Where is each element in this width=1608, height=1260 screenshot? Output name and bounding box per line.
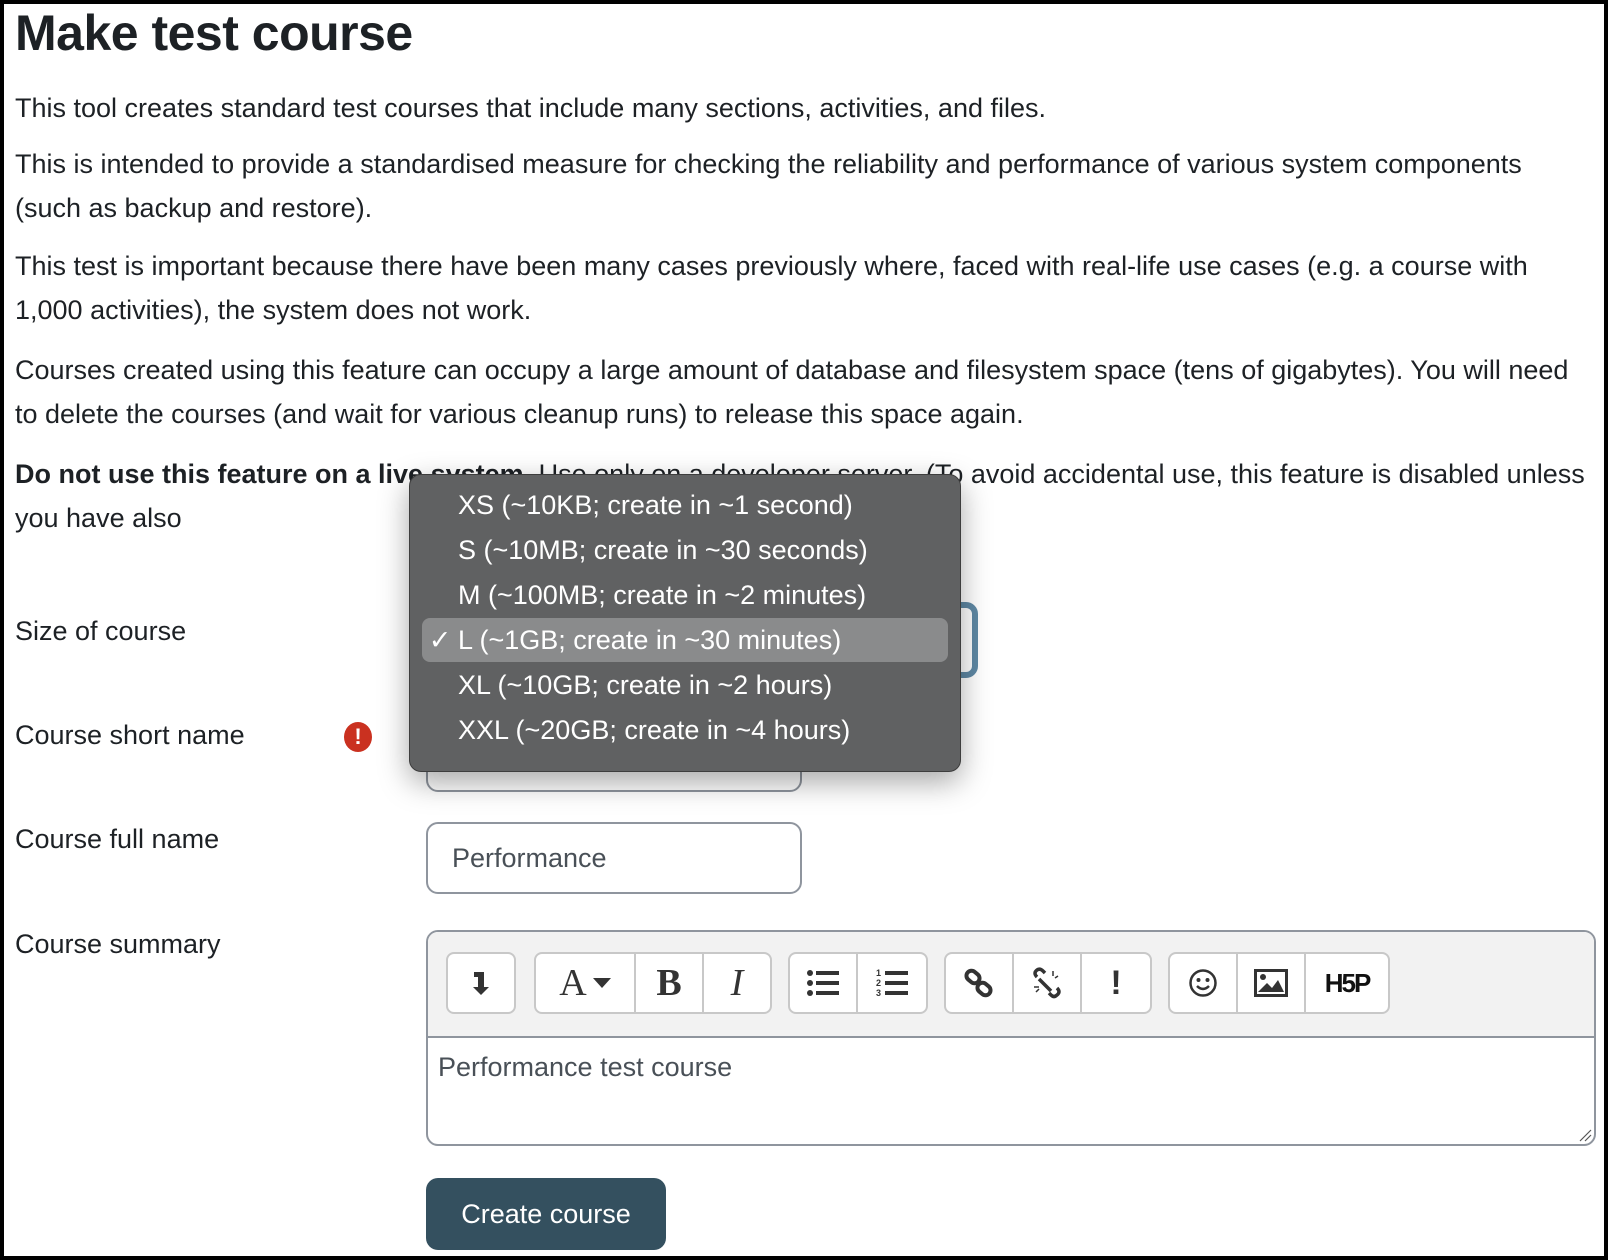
italic-button[interactable]: I: [704, 954, 770, 1012]
size-option[interactable]: M (~100MB; create in ~2 minutes): [422, 573, 948, 617]
size-option[interactable]: XXL (~20GB; create in ~4 hours): [422, 708, 948, 752]
summary-editor: A B I 1 2 3 ! H5P Performance test cours…: [426, 930, 1596, 1146]
unlink-icon: [1033, 967, 1061, 999]
summary-label: Course summary: [15, 929, 221, 959]
fullname-label: Course full name: [15, 824, 220, 854]
size-option-label: L (~1GB; create in ~30 minutes): [458, 625, 842, 655]
importance-paragraph: This test is important because there hav…: [15, 251, 1528, 325]
unordered-list-button[interactable]: [790, 954, 858, 1012]
size-dropdown-menu: XS (~10KB; create in ~1 second) S (~10MB;…: [409, 474, 961, 772]
accessibility-checker-icon: !: [1110, 963, 1122, 1002]
fullname-input[interactable]: [426, 822, 802, 894]
ordered-list-button[interactable]: 1 2 3: [858, 954, 926, 1012]
size-option[interactable]: XS (~10KB; create in ~1 second): [422, 483, 948, 527]
required-icon: !: [344, 722, 372, 752]
size-option-label: XL (~10GB; create in ~2 hours): [458, 670, 833, 700]
accessibility-checker-button[interactable]: !: [1082, 954, 1150, 1012]
h5p-button[interactable]: H5P: [1306, 954, 1388, 1012]
size-label: Size of course: [15, 616, 187, 646]
intro-paragraph: This tool creates standard test courses …: [15, 93, 1046, 123]
svg-text:3: 3: [876, 988, 881, 998]
link-button[interactable]: [946, 954, 1014, 1012]
bold-button[interactable]: B: [636, 954, 704, 1012]
unlink-button[interactable]: [1014, 954, 1082, 1012]
toolbar-group-collapse: [446, 952, 516, 1014]
toolbar-group-media: H5P: [1168, 952, 1390, 1014]
collapse-icon: [473, 972, 489, 995]
size-option-label: XS (~10KB; create in ~1 second): [458, 490, 853, 520]
text-style-button[interactable]: A: [536, 954, 636, 1012]
ordered-list-icon: 1 2 3: [876, 968, 908, 998]
collapse-button[interactable]: [448, 954, 514, 1012]
toolbar-group-style: A B I: [534, 952, 772, 1014]
size-option[interactable]: S (~10MB; create in ~30 seconds): [422, 528, 948, 572]
image-button[interactable]: [1238, 954, 1306, 1012]
text-style-icon: A: [559, 962, 587, 1004]
image-icon: [1254, 969, 1288, 997]
purpose-paragraph: This is intended to provide a standardis…: [15, 149, 1522, 223]
emoji-button[interactable]: [1170, 954, 1238, 1012]
size-option[interactable]: ✓ L (~1GB; create in ~30 minutes): [422, 618, 948, 662]
space-warning-paragraph: Courses created using this feature can o…: [15, 355, 1569, 429]
size-option-label: S (~10MB; create in ~30 seconds): [458, 535, 868, 565]
bold-icon: B: [656, 962, 682, 1004]
toolbar-group-lists: 1 2 3: [788, 952, 928, 1014]
shortname-label: Course short name: [15, 720, 245, 750]
italic-icon: I: [730, 962, 744, 1004]
create-course-button[interactable]: Create course: [426, 1178, 666, 1250]
svg-text:1: 1: [876, 968, 881, 978]
checkmark-icon: ✓: [428, 625, 452, 655]
summary-content[interactable]: Performance test course: [438, 1052, 732, 1083]
h5p-icon: H5P: [1324, 967, 1372, 998]
resize-grip-icon[interactable]: [1578, 1128, 1592, 1142]
chevron-down-icon: [592, 978, 611, 988]
size-option-label: XXL (~20GB; create in ~4 hours): [458, 715, 851, 745]
toolbar-group-links: !: [944, 952, 1152, 1014]
page-frame: Make test course This tool creates stand…: [4, 4, 1604, 1256]
page-title: Make test course: [15, 5, 413, 61]
size-option-label: M (~100MB; create in ~2 minutes): [458, 580, 867, 610]
unordered-list-icon: [807, 970, 839, 996]
svg-text:2: 2: [876, 978, 881, 988]
editor-toolbar: A B I 1 2 3 ! H5P: [428, 932, 1594, 1038]
link-icon: [964, 968, 993, 998]
emoji-icon: [1189, 969, 1217, 997]
size-option[interactable]: XL (~10GB; create in ~2 hours): [422, 663, 948, 707]
